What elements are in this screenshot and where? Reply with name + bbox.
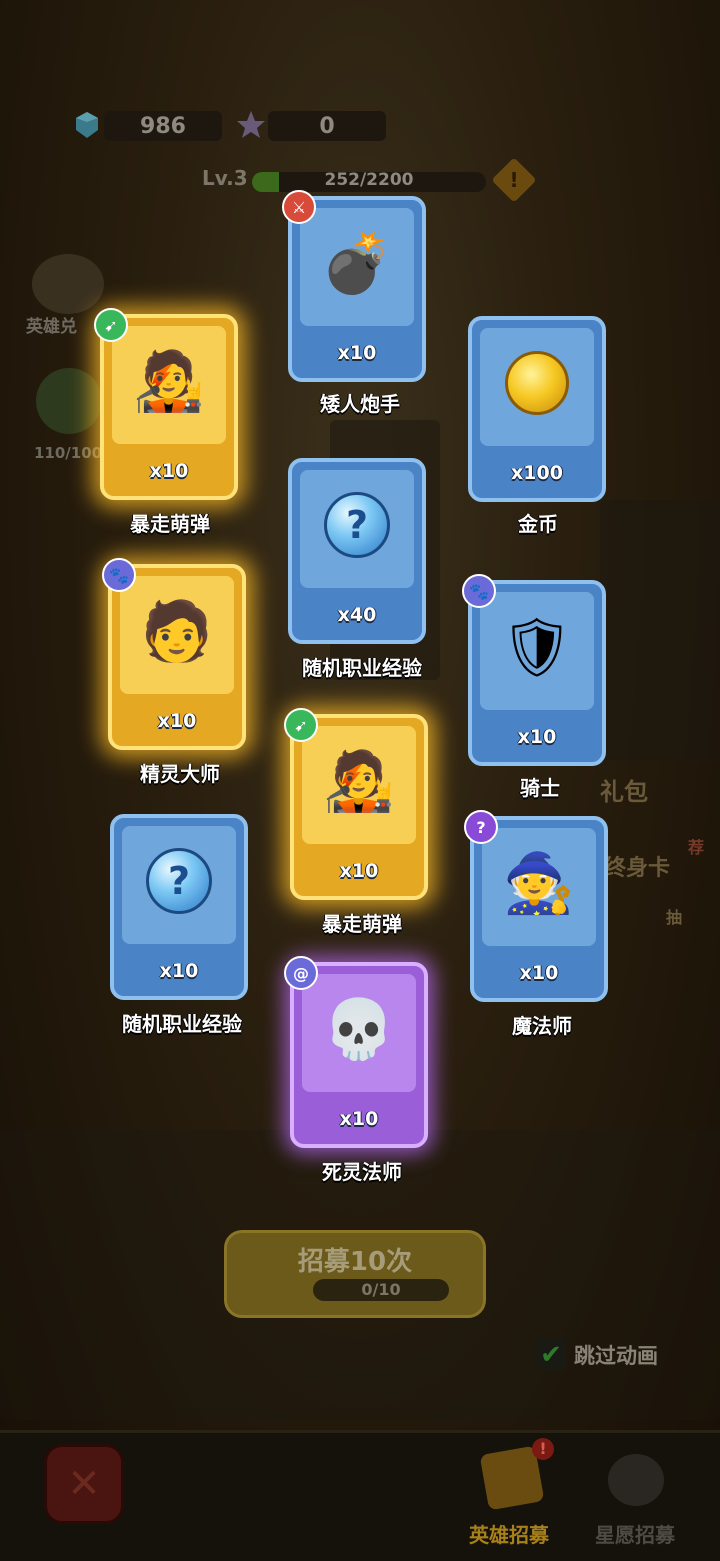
skip-animation-label: 跳过动画	[574, 1344, 658, 1368]
reward-card-necromancer[interactable]: 💀 @ x10	[284, 956, 428, 1148]
knight-portrait: 🛡	[500, 613, 574, 681]
reward-card-mage[interactable]: 🧙 ? x10	[464, 810, 608, 1002]
card-quantity: x10	[339, 1108, 379, 1130]
star-recruit-icon	[608, 1454, 664, 1506]
card-quantity: x10	[517, 726, 557, 748]
reward-card-random-class-exp[interactable]: ? x40	[288, 458, 426, 644]
star-ticket-icon	[234, 108, 268, 142]
player-level: Lv.3	[202, 166, 248, 190]
draw-label: 抽	[666, 908, 683, 927]
card-quantity: x100	[511, 462, 563, 484]
side-item-count: 110/100	[34, 444, 103, 462]
tab-star-recruit-label: 星愿招募	[595, 1523, 675, 1547]
card-quantity: x10	[159, 960, 199, 982]
warning-icon: !	[509, 168, 519, 192]
side-item-button[interactable]	[36, 368, 102, 434]
gem-icon	[70, 108, 104, 142]
card-name: 魔法师	[512, 1014, 572, 1038]
close-button[interactable]: ✕	[44, 1444, 124, 1524]
skip-animation-toggle[interactable]: ✔ 跳过动画	[536, 1340, 658, 1370]
tab-hero-recruit-label: 英雄招募	[469, 1523, 549, 1547]
dwarf-gunner-portrait: 💣	[320, 229, 394, 297]
mage-portrait: 🧙	[502, 849, 576, 917]
reward-card-rampage-bomber[interactable]: 🧑‍🎤 ➹ x10	[284, 708, 428, 900]
card-name: 随机职业经验	[302, 656, 422, 680]
card-name: 死灵法师	[322, 1160, 402, 1184]
necromancer-portrait: 💀	[322, 995, 396, 1063]
warning-button[interactable]: !	[491, 157, 537, 203]
xp-text: 252/2200	[324, 170, 414, 190]
card-quantity: x40	[337, 604, 377, 626]
card-name: 随机职业经验	[122, 1012, 242, 1036]
sword-class-icon: ⚔	[282, 190, 316, 224]
recruit-10-button[interactable]: 招募10次 0/10	[224, 1230, 486, 1318]
archer-class-icon: ➹	[284, 708, 318, 742]
reward-card-dwarf-gunner[interactable]: 💣 ⚔ x10	[282, 190, 426, 382]
reward-card-knight[interactable]: 🛡 🐾 x10	[462, 574, 606, 766]
beast-class-icon: 🐾	[462, 574, 496, 608]
card-quantity: x10	[337, 342, 377, 364]
reward-card-random-class-exp[interactable]: ? x10	[110, 814, 248, 1000]
card-quantity: x10	[149, 460, 189, 482]
notification-badge: !	[532, 1438, 554, 1460]
gem-count: 986	[140, 113, 186, 139]
card-name: 暴走萌弹	[322, 912, 402, 936]
card-name: 骑士	[520, 776, 560, 800]
recommend-badge: 荐	[688, 838, 705, 857]
card-quantity: x10	[157, 710, 197, 732]
star-counter: 0	[268, 111, 386, 141]
recruit-progress: 0/10	[313, 1279, 449, 1301]
question-orb-icon: ?	[146, 848, 212, 914]
card-name: 精灵大师	[140, 762, 220, 786]
spirit-master-portrait: 🧑	[140, 597, 214, 665]
lifetime-card-label: 终身卡	[604, 856, 671, 881]
reward-card-gold-coin[interactable]: x100	[468, 316, 606, 502]
card-quantity: x10	[519, 962, 559, 984]
card-name: 金币	[518, 512, 558, 536]
spiral-class-icon: @	[284, 956, 318, 990]
beast-class-icon: 🐾	[102, 558, 136, 592]
hero-exchange-label: 英雄兑	[26, 317, 77, 337]
tab-hero-recruit[interactable]: ! 英雄招募	[444, 1438, 574, 1550]
card-quantity: x10	[339, 860, 379, 882]
checkbox-icon: ✔	[536, 1340, 566, 1370]
recruit-button-label: 招募10次	[297, 1247, 413, 1277]
reward-card-spirit-master[interactable]: 🧑 🐾 x10	[102, 558, 246, 750]
card-name: 矮人炮手	[320, 392, 400, 416]
tab-star-recruit[interactable]: 星愿招募	[570, 1450, 700, 1550]
hero-cannon-girl-portrait: 🧑‍🎤	[132, 347, 206, 415]
question-orb-icon: ?	[324, 492, 390, 558]
reward-card-rampage-bomber[interactable]: 🧑‍🎤 ➹ x10	[94, 308, 238, 500]
hero-cannon-girl-portrait: 🧑‍🎤	[322, 747, 396, 815]
card-name: 暴走萌弹	[130, 512, 210, 536]
archer-class-icon: ➹	[94, 308, 128, 342]
gem-counter: 986	[104, 111, 222, 141]
mage-class-icon: ?	[464, 810, 498, 844]
hero-exchange-button[interactable]	[32, 254, 104, 314]
gold-coin-icon	[505, 351, 569, 415]
star-count: 0	[319, 113, 335, 139]
